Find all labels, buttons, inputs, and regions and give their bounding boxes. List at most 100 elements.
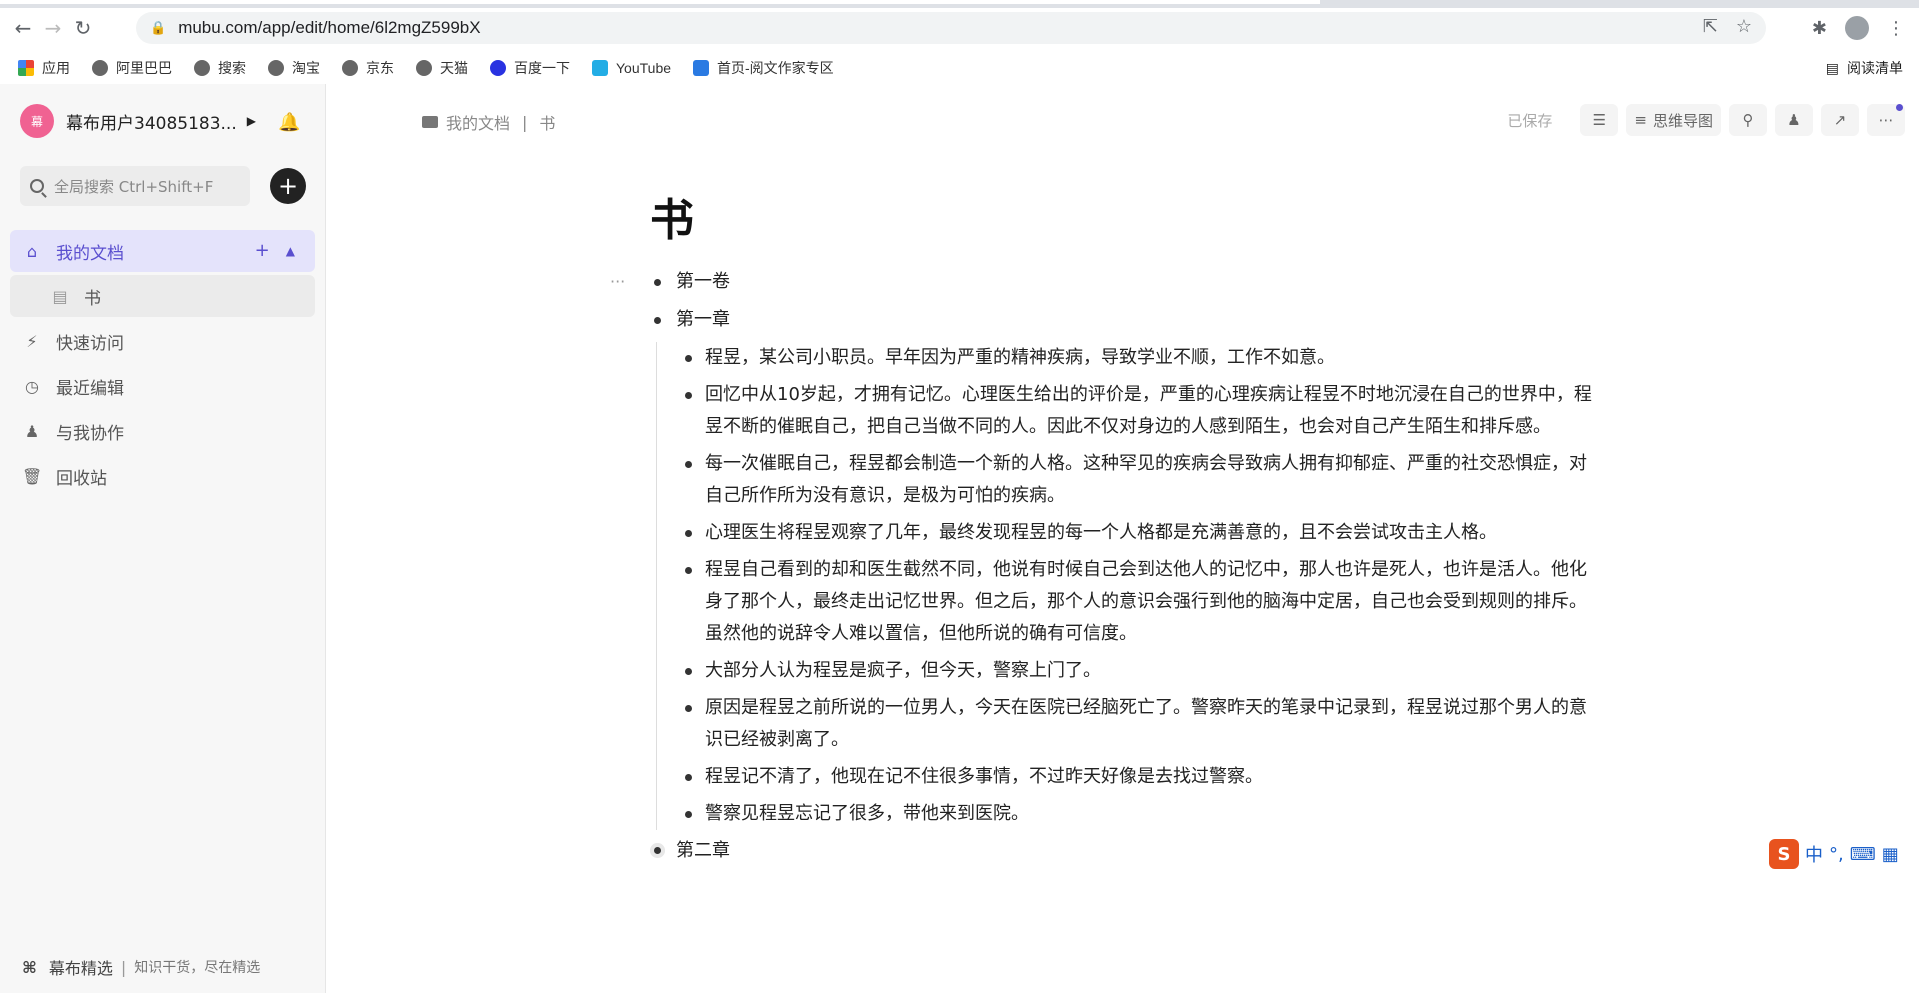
list-item[interactable]: 程昱，某公司小职员。早年因为严重的精神疾病，导致学业不顺，工作不如意。 bbox=[683, 342, 1603, 374]
plus-icon[interactable]: + bbox=[255, 240, 270, 262]
pen-icon bbox=[693, 60, 710, 76]
sidebar-item-quick-access[interactable]: ⚡ 快速访问 bbox=[10, 320, 315, 362]
document: 书 ··· 第一卷 第一章 程昱，某公司小职员。早年因为严重的精神疾病，导致学业… bbox=[610, 184, 1630, 873]
more-button[interactable]: ⋯ bbox=[1867, 104, 1905, 136]
editor-toolbar: 已保存 ☰ ≡ 思维导图 ⚲ ♟ ↗ ⋯ bbox=[1507, 104, 1905, 136]
more-icon: ⋯ bbox=[1878, 111, 1894, 129]
bookmark-search[interactable]: 搜索 bbox=[194, 58, 246, 78]
bookmark-alibaba[interactable]: 阿里巴巴 bbox=[92, 58, 172, 78]
address-bar[interactable]: 🔒 mubu.com/app/edit/home/6l2mgZ599bX ⇱ ☆ bbox=[136, 12, 1766, 44]
mindmap-button[interactable]: ≡ 思维导图 bbox=[1626, 104, 1721, 136]
sidebar-item-recent[interactable]: ◷ 最近编辑 bbox=[10, 365, 315, 407]
reload-icon[interactable]: ↻ bbox=[68, 13, 98, 43]
reading-list[interactable]: ▤ 阅读清单 bbox=[1826, 58, 1903, 78]
bookmark-jd[interactable]: 京东 bbox=[342, 58, 394, 78]
editor-main: 我的文档 | 书 已保存 ☰ ≡ 思维导图 ⚲ ♟ ↗ ⋯ 书 ··· 第一卷 第… bbox=[326, 84, 1919, 993]
extension-area: ✱ ⋮ bbox=[1812, 16, 1905, 40]
bookmarks-bar: 应用 阿里巴巴 搜索 淘宝 京东 天猫 百度一下 YouTube 首页-阅文作家… bbox=[0, 52, 1919, 84]
collaborate-button[interactable]: ♟ bbox=[1775, 104, 1813, 136]
caret-right-icon: ▶ bbox=[246, 114, 256, 128]
outline-item-collapsed[interactable]: 第二章 bbox=[650, 835, 1630, 867]
bell-icon[interactable]: 🔔 bbox=[278, 112, 300, 133]
bookmark-tmall[interactable]: 天猫 bbox=[416, 58, 468, 78]
sidebar-item-my-docs[interactable]: ⌂ 我的文档 + ▲ bbox=[10, 230, 315, 272]
list-item[interactable]: 警察见程昱忘记了很多，带他来到医院。 bbox=[683, 798, 1603, 830]
save-status: 已保存 bbox=[1507, 111, 1553, 130]
star-icon[interactable]: ☆ bbox=[1736, 16, 1752, 37]
featured-icon: ⌘ bbox=[22, 957, 37, 977]
ime-punct[interactable]: °, bbox=[1829, 844, 1844, 865]
sidebar-item-shared[interactable]: ♟ 与我协作 bbox=[10, 410, 315, 452]
sidebar-item-label: 我的文档 bbox=[56, 243, 124, 264]
mindmap-icon: ≡ bbox=[1634, 111, 1647, 129]
breadcrumb-root[interactable]: 我的文档 bbox=[446, 110, 510, 134]
ime-lang[interactable]: 中 bbox=[1805, 841, 1823, 867]
puzzle-icon[interactable]: ✱ bbox=[1812, 18, 1827, 39]
profile-icon[interactable] bbox=[1845, 16, 1869, 40]
forward-icon[interactable]: → bbox=[38, 13, 68, 43]
url-text: mubu.com/app/edit/home/6l2mgZ599bX bbox=[178, 18, 481, 37]
grid-icon[interactable]: ▦ bbox=[1882, 844, 1899, 865]
lightning-icon: ⚡ bbox=[26, 331, 38, 351]
doc-icon: ▤ bbox=[52, 286, 68, 306]
share-graph-button[interactable]: ⚲ bbox=[1729, 104, 1767, 136]
sidebar-item-book[interactable]: ▤ 书 bbox=[10, 275, 315, 317]
bookmark-yuewen[interactable]: 首页-阅文作家专区 bbox=[693, 58, 834, 78]
bookmark-baidu[interactable]: 百度一下 bbox=[490, 58, 570, 78]
caret-up-icon[interactable]: ▲ bbox=[286, 240, 295, 262]
list-item[interactable]: 心理医生将程昱观察了几年，最终发现程昱的每一个人格都是充满善意的，且不会尝试攻击… bbox=[683, 517, 1603, 549]
outline-item[interactable]: 第一章 bbox=[650, 304, 1630, 336]
list-item[interactable]: 大部分人认为程昱是疯子，但今天，警察上门了。 bbox=[683, 655, 1603, 687]
keyboard-icon[interactable]: ⌨ bbox=[1850, 844, 1876, 865]
globe-icon bbox=[268, 60, 284, 76]
baidu-paw-icon bbox=[490, 60, 506, 76]
list-item[interactable]: 程昱自己看到的却和医生截然不同，他说有时候自己会到达他人的记忆中，那人也许是死人… bbox=[683, 554, 1603, 650]
outline-item[interactable]: ··· 第一卷 bbox=[610, 266, 1630, 298]
kebab-menu-icon[interactable]: ⋮ bbox=[1887, 18, 1905, 39]
external-link-icon: ↗ bbox=[1833, 111, 1847, 129]
breadcrumb-separator: | bbox=[522, 112, 528, 132]
sidebar-item-actions: + ▲ bbox=[255, 240, 295, 262]
list-item[interactable]: 原因是程昱之前所说的一位男人，今天在医院已经脑死亡了。警察昨天的笔录中记录到，程… bbox=[683, 692, 1603, 756]
bookmark-apps[interactable]: 应用 bbox=[18, 58, 70, 78]
bookmark-taobao[interactable]: 淘宝 bbox=[268, 58, 320, 78]
sidebar: 幕 幕布用户34085183... ▶ 🔔 全局搜索 Ctrl+Shift+F … bbox=[0, 84, 326, 993]
outline-search-button[interactable]: ☰ bbox=[1580, 104, 1619, 136]
username: 幕布用户34085183... bbox=[66, 113, 237, 134]
add-button[interactable]: + bbox=[270, 168, 306, 204]
home-icon: ⌂ bbox=[26, 241, 38, 261]
trash-icon: 🗑 bbox=[22, 466, 43, 486]
export-button[interactable]: ↗ bbox=[1821, 104, 1859, 136]
sidebar-nav: ⌂ 我的文档 + ▲ ▤ 书 ⚡ 快速访问 ◷ 最近编辑 ♟ 与我协作 🗑 回收… bbox=[10, 230, 315, 500]
featured-link[interactable]: ⌘ 幕布精选 | 知识干货，尽在精选 bbox=[22, 955, 260, 979]
sidebar-item-trash[interactable]: 🗑 回收站 bbox=[10, 455, 315, 497]
sidebar-item-label: 书 bbox=[84, 288, 101, 309]
user-menu[interactable]: 幕 幕布用户34085183... ▶ bbox=[20, 104, 256, 138]
active-tab[interactable] bbox=[0, 0, 1320, 4]
document-title[interactable]: 书 bbox=[650, 184, 1630, 254]
globe-icon bbox=[194, 60, 210, 76]
list-item[interactable]: 程昱记不清了，他现在记不住很多事情，不过昨天好像是去找过警察。 bbox=[683, 761, 1603, 793]
bookmark-youtube[interactable]: YouTube bbox=[592, 60, 671, 76]
back-icon[interactable]: ← bbox=[8, 13, 38, 43]
sidebar-item-label: 回收站 bbox=[56, 468, 107, 489]
ime-toolbar[interactable]: S 中 °, ⌨ ▦ bbox=[1769, 838, 1919, 870]
search-icon bbox=[30, 179, 44, 193]
sidebar-item-label: 快速访问 bbox=[56, 333, 124, 354]
list-item[interactable]: 回忆中从10岁起，才拥有记忆。心理医生给出的评价是，严重的心理疾病让程昱不时地沉… bbox=[683, 379, 1603, 443]
list-item[interactable]: 每一次催眠自己，程昱都会制造一个新的人格。这种罕见的疾病会导致病人拥有抑郁症、严… bbox=[683, 448, 1603, 512]
globe-icon bbox=[342, 60, 358, 76]
share-icon[interactable]: ⇱ bbox=[1703, 16, 1718, 37]
sidebar-item-label: 与我协作 bbox=[56, 423, 124, 444]
chapter-children: 程昱，某公司小职员。早年因为严重的精神疾病，导致学业不顺，工作不如意。 回忆中从… bbox=[656, 342, 1630, 830]
sidebar-item-label: 最近编辑 bbox=[56, 378, 124, 399]
breadcrumb-current[interactable]: 书 bbox=[539, 110, 555, 134]
apps-grid-icon bbox=[18, 60, 34, 76]
divider: | bbox=[120, 957, 127, 977]
drag-handle-icon[interactable]: ··· bbox=[610, 266, 625, 298]
global-search-input[interactable]: 全局搜索 Ctrl+Shift+F bbox=[20, 166, 250, 206]
people-icon: ♟ bbox=[24, 421, 40, 441]
avatar: 幕 bbox=[20, 104, 54, 138]
bilibili-tv-icon bbox=[592, 60, 608, 76]
globe-icon bbox=[92, 60, 108, 76]
